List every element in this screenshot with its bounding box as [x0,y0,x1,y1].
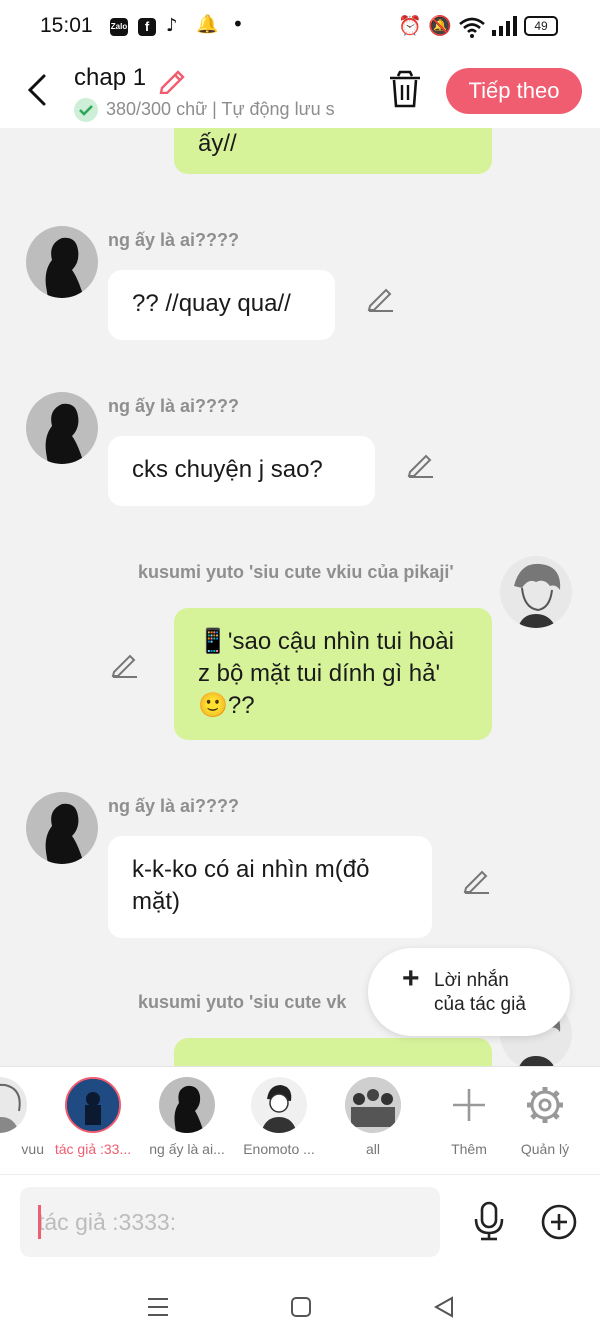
character-label: tác giả :33... [54,1141,132,1157]
edit-message-pencil-icon[interactable] [406,448,436,478]
input-row [0,1174,600,1271]
facebook-icon: f [138,18,156,36]
manage-characters-label: Quản lý [520,1141,570,1157]
word-count-status: 380/300 chữ | Tự động lưu s [106,99,335,119]
message-bubble[interactable]: ấy// [174,128,492,174]
saved-check-icon [74,98,98,122]
character-name: ng ấy là ai???? [108,796,240,816]
status-time: 15:01 [40,14,93,37]
recent-apps-icon[interactable] [146,1296,170,1318]
character-avatar [0,1077,27,1133]
message-bubble[interactable]: cks chuyện j sao? [108,436,375,506]
character-item[interactable]: Enomoto ... [234,1077,324,1157]
author-note-label-line1: Lời nhắn [434,970,509,991]
edit-message-pencil-icon[interactable] [110,648,140,678]
back-arrow-icon[interactable] [24,72,52,108]
character-label: ng ấy là ai... [149,1141,225,1157]
zalo-icon: Zalo [110,18,128,36]
plus-icon [441,1077,497,1133]
character-label: vuu [21,1141,44,1157]
character-avatar [65,1077,121,1133]
edit-message-pencil-icon[interactable] [462,864,492,894]
character-avatar [159,1077,215,1133]
character-avatar [251,1077,307,1133]
avatar[interactable] [26,392,98,464]
character-name: ng ấy là ai???? [108,396,240,416]
avatar[interactable] [26,226,98,298]
character-selector: vuu tác giả :33... ng ấy là ai... Enomot… [0,1066,600,1175]
message-input[interactable] [20,1187,440,1257]
avatar[interactable] [26,792,98,864]
message-bubble[interactable]: k-k-ko có ai nhìn m(đỏ mặt) [108,836,432,938]
status-bar: 15:01 Zalo f ♪ 🔔 • ⏰ 🔕 49 [0,0,600,54]
character-name: kusumi yuto 'siu cute vkiu của pikaji' [138,562,454,582]
mute-icon: 🔕 [428,15,452,37]
home-icon[interactable] [290,1296,312,1318]
add-attachment-icon[interactable] [540,1203,578,1241]
message-bubble[interactable]: 📱'sao cậu nhìn tui hoài z bộ mặt tui dín… [174,608,492,740]
character-item[interactable]: vuu [0,1077,44,1157]
author-note-label-line2: của tác giả [434,994,526,1015]
back-nav-icon[interactable] [432,1296,456,1318]
signal-icon [492,16,517,36]
manage-characters-button[interactable]: Quản lý [500,1077,590,1157]
character-name: ng ấy là ai???? [108,230,240,250]
character-item[interactable]: all [328,1077,418,1157]
text-caret [38,1205,41,1239]
character-label: all [365,1141,380,1157]
alarm-icon: ⏰ [398,15,422,37]
character-avatar [345,1077,401,1133]
character-item-selected[interactable]: tác giả :33... [48,1077,138,1157]
message-bubble[interactable] [174,1038,492,1066]
edit-title-pencil-icon[interactable] [158,66,188,94]
character-item[interactable]: ng ấy là ai... [142,1077,232,1157]
message-bubble[interactable]: ?? //quay qua// [108,270,335,340]
character-name: kusumi yuto 'siu cute vk [138,992,347,1012]
author-note-button[interactable]: + Lời nhắn của tác giả [368,948,570,1036]
plus-icon: + [402,962,420,995]
gear-icon [517,1077,573,1133]
edit-message-pencil-icon[interactable] [366,282,396,312]
next-button[interactable]: Tiếp theo [446,68,582,114]
editor-header: chap 1 380/300 chữ | Tự động lưu s Tiếp … [0,54,600,128]
trash-icon[interactable] [386,70,424,110]
system-nav-bar [0,1270,600,1343]
chat-area[interactable]: ấy// ng ấy là ai???? ?? //quay qua// ng … [0,128,600,1066]
character-label: Enomoto ... [243,1141,315,1157]
tiktok-icon: ♪ [166,15,178,36]
microphone-icon[interactable] [472,1201,506,1241]
dot-icon: • [232,12,244,36]
wifi-icon [459,17,485,38]
avatar[interactable] [500,556,572,628]
bell-icon: 🔔 [196,14,219,35]
chapter-title[interactable]: chap 1 [74,64,146,92]
battery-indicator: 49 [524,16,558,36]
